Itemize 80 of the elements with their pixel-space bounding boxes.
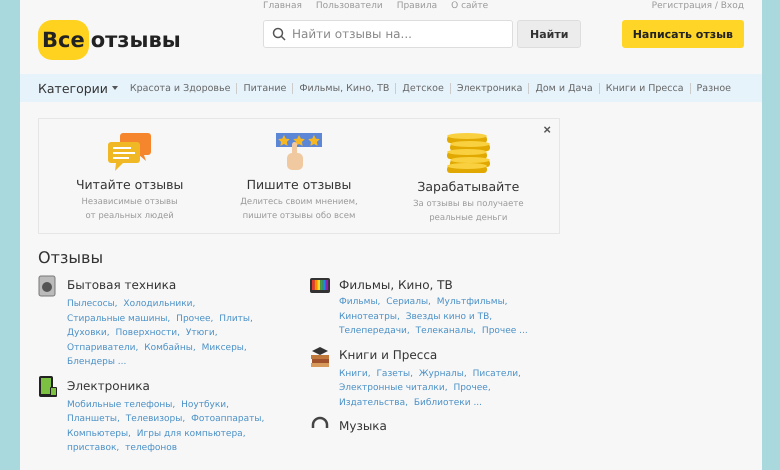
subcategory-link[interactable]: Поверхности, [116,328,180,338]
subcategory-link[interactable]: Библиотеки ... [414,398,482,408]
subcategory-link[interactable]: Фильмы, [339,297,380,307]
subcategory-link[interactable]: приставок, [67,443,120,453]
subcategory-link[interactable]: Кинотеатры, [339,312,400,322]
section-heading: Отзывы [38,248,104,267]
subcategory-link[interactable]: Прочее, [453,383,491,393]
tv-icon [310,275,330,293]
subcategory-link[interactable]: Мультфильмы, [436,297,508,307]
category-title[interactable]: Книги и Пресса [339,344,570,366]
category-link[interactable]: Фильмы, Кино, ТВ [292,82,396,94]
promo-description: Независимые отзывы от реальных людей [82,196,178,223]
coin-stack-icon [446,133,490,173]
subcategory-link[interactable]: Ноутбуки, [181,400,229,410]
category-title[interactable]: Электроника [67,376,310,398]
rating-stars-icon [276,133,322,171]
auth-link[interactable]: Регистрация / Вход [652,1,744,12]
subcategory-link[interactable]: Игры для компьютера, [136,428,246,438]
category-link[interactable]: Детское [395,82,450,94]
search-input[interactable]: Найти отзывы на... [292,21,504,47]
categories-dropdown[interactable]: Категории [38,80,124,96]
subcategory-link[interactable]: Издательства, [339,398,408,408]
category-title[interactable]: Бытовая техника [67,275,310,297]
subcategory-link[interactable]: Пылесосы, [67,299,118,309]
chat-bubbles-icon [108,133,152,171]
subcategory-link[interactable]: Комбайны, [144,342,196,352]
logo-badge[interactable]: Все [38,20,89,60]
subcategory-link[interactable]: Газеты, [376,368,413,378]
headphones-icon [310,416,330,428]
promo-title: Зарабатывайте [417,179,520,194]
top-nav-link[interactable]: Главная [263,1,302,12]
write-review-button[interactable]: Написать отзыв [622,20,744,48]
subcategory-link[interactable]: Телевизоры, [126,414,186,424]
subcategory-link[interactable]: Духовки, [67,328,110,338]
caret-icon [112,86,118,90]
category-link[interactable]: Книги и Пресса [598,82,690,94]
subcategory-link[interactable]: Прочее ... [482,326,528,336]
promo-description: За отзывы вы получаете реальные деньги [413,198,524,225]
subcategory-link[interactable]: Холодильники, [123,299,196,309]
promo-description: Делитесь своим мнением, пишите отзывы обо всем [240,196,358,223]
subcategory-link[interactable]: Сериалы, [386,297,431,307]
books-icon [310,344,330,366]
promo-title: Читайте отзывы [76,177,184,192]
close-button[interactable]: × [543,122,551,137]
subcategory-link[interactable]: Мобильные телефоны, [67,400,176,410]
subcategory-link[interactable]: Книги, [339,368,371,378]
promo-title: Пишите отзывы [246,177,352,192]
subcategory-link[interactable]: Звезды кино и ТВ, [406,312,492,322]
subcategory-link[interactable]: Телеканалы, [416,326,476,336]
subcategory-link[interactable]: Журналы, [418,368,467,378]
subcategory-link[interactable]: Писатели, [472,368,521,378]
top-nav-link[interactable]: Пользователи [316,1,383,12]
subcategory-link[interactable]: Отпариватели, [67,342,138,352]
subcategory-link[interactable]: Стиральные машины, [67,314,170,324]
subcategory-link[interactable]: Электронные читалки, [339,383,448,393]
category-link[interactable]: Питание [236,82,292,94]
search-button[interactable]: Найти [517,20,582,48]
subcategory-link[interactable]: Плиты, [219,314,253,324]
top-nav-link[interactable]: Правила [396,1,438,12]
subcategory-link[interactable]: Телепередачи, [339,326,410,336]
category-link[interactable]: Электроника [450,82,528,94]
subcategory-link[interactable]: Прочее, [176,314,214,324]
washing-machine-icon [38,275,56,297]
subcategory-link[interactable]: Компьютеры, [67,428,131,438]
top-nav-link[interactable]: О сайте [451,1,488,12]
category-title[interactable]: Фильмы, Кино, ТВ [339,275,570,295]
category-link[interactable]: Дом и Дача [528,82,599,94]
subcategory-link[interactable]: Фотоаппараты, [191,414,264,424]
search-icon [272,27,286,41]
subcategory-link[interactable]: Планшеты, [67,414,120,424]
subcategory-link[interactable]: Блендеры ... [67,357,126,367]
subcategory-link[interactable]: телефонов [125,443,178,453]
category-title[interactable]: Музыка [339,416,570,436]
category-link[interactable]: Красота и Здоровье [124,82,236,94]
tablet-icon [38,376,58,398]
search-field[interactable]: Найти отзывы на... [263,20,513,48]
logo-text[interactable]: отзывы [90,28,181,52]
subcategory-link[interactable]: Утюги, [186,328,218,338]
category-link[interactable]: Разное [690,82,738,94]
subcategory-link[interactable]: Миксеры, [202,342,247,352]
